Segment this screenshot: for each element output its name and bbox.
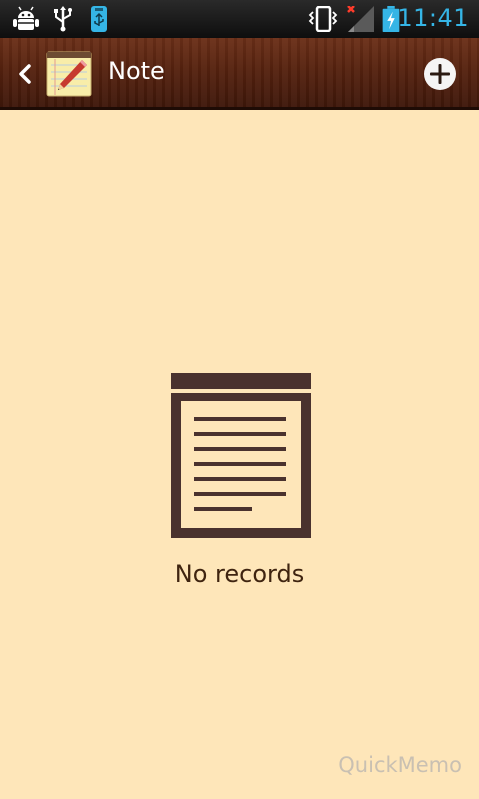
usb-storage-icon [91,6,107,32]
page-title: Note [108,57,165,85]
android-debug-icon [13,6,39,30]
empty-state-message: No records [174,560,305,588]
plus-circle-icon[interactable] [423,57,457,91]
brand-label: QuickMemo [338,753,462,777]
chevron-left-icon[interactable] [8,56,42,92]
status-clock: 11:41 [397,4,469,32]
notepad-pencil-icon[interactable] [46,51,92,97]
usb-icon [54,6,72,32]
action-bar: Note [0,38,479,110]
vibrate-icon [308,6,338,32]
signal-icon [347,6,374,32]
status-bar: 11:41 [0,0,479,38]
note-document-icon [171,373,311,538]
